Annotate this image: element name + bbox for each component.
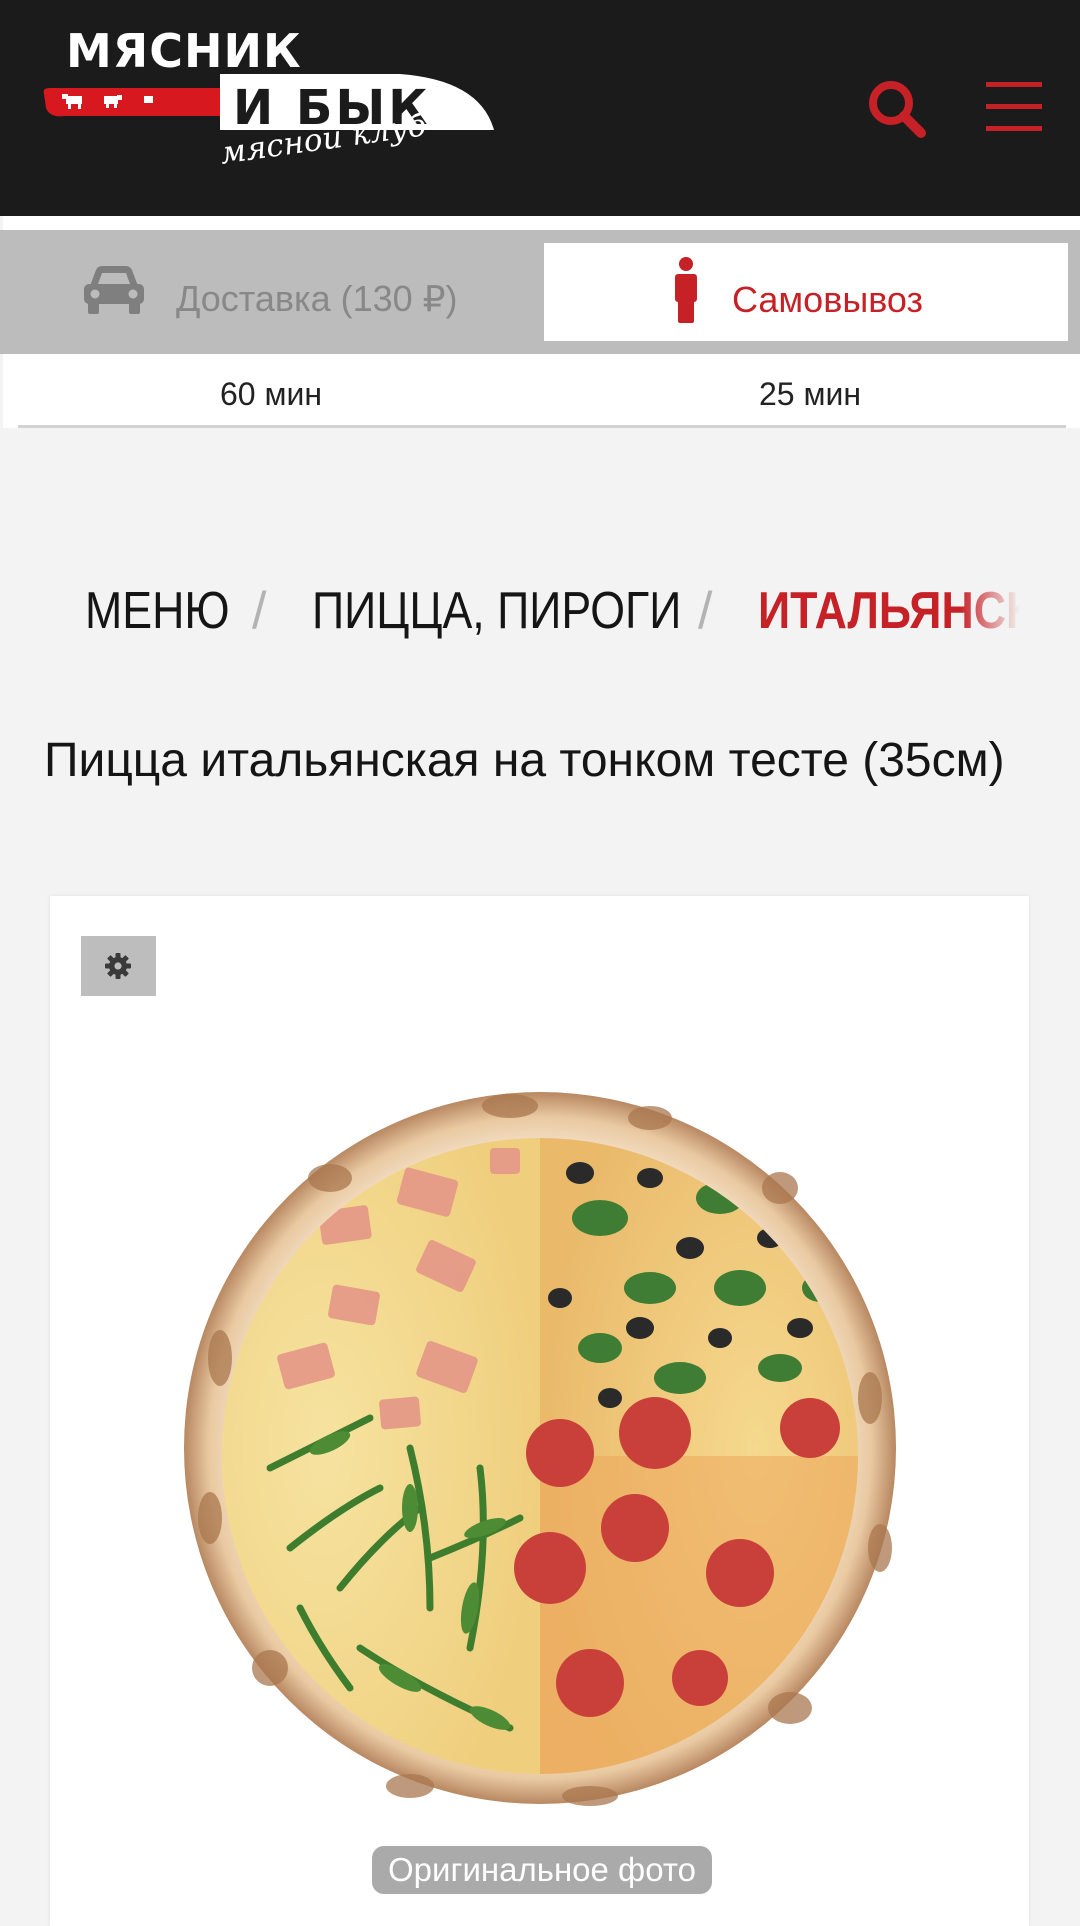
logo-text-top: МЯСНИК <box>66 24 302 78</box>
delivery-time: 60 мин <box>219 376 323 412</box>
original-photo-badge: Оригинальное фото <box>372 1846 712 1894</box>
pizza-image[interactable] <box>180 1088 900 1808</box>
breadcrumb-menu[interactable]: МЕНЮ <box>85 576 230 646</box>
header-divider <box>3 216 1080 230</box>
delivery-option[interactable]: Доставка (130 ₽) <box>0 230 540 354</box>
delivery-times: 60 мин 25 мин <box>3 354 1080 428</box>
hamburger-icon-bar <box>986 126 1042 131</box>
order-mode-switch: Доставка (130 ₽) Самовывоз <box>0 230 1080 354</box>
pickup-option[interactable]: Самовывоз <box>544 243 1068 341</box>
site-header: МЯСНИК И БЫК мясной клуб <box>0 0 1080 216</box>
product-title: Пицца итальянская на тонком тесте (35см) <box>44 734 1005 787</box>
settings-button[interactable] <box>81 936 156 996</box>
pickup-time: 25 мин <box>758 376 862 412</box>
breadcrumb-separator: / <box>252 582 267 640</box>
person-icon <box>675 257 697 323</box>
car-icon <box>84 266 144 314</box>
pickup-label: Самовывоз <box>732 279 924 320</box>
search-icon <box>869 81 926 138</box>
product-card: Оригинальное фото <box>50 896 1029 1926</box>
gear-icon <box>105 953 131 979</box>
site-logo[interactable]: МЯСНИК И БЫК мясной клуб <box>40 18 510 193</box>
menu-button[interactable] <box>986 82 1042 132</box>
breadcrumb-pizza-pies[interactable]: ПИЦЦА, ПИРОГИ <box>312 576 681 646</box>
breadcrumb: МЕНЮ / ПИЦЦА, ПИРОГИ / ИТАЛЬЯНСК <box>0 576 1020 646</box>
search-button[interactable] <box>866 78 928 140</box>
delivery-label: Доставка (130 ₽) <box>176 278 458 319</box>
times-underline <box>18 425 1066 428</box>
breadcrumb-separator: / <box>698 582 713 640</box>
hamburger-icon-bar <box>986 104 1042 109</box>
breadcrumb-current: ИТАЛЬЯНСК <box>758 582 1020 640</box>
hamburger-icon <box>986 82 1042 87</box>
